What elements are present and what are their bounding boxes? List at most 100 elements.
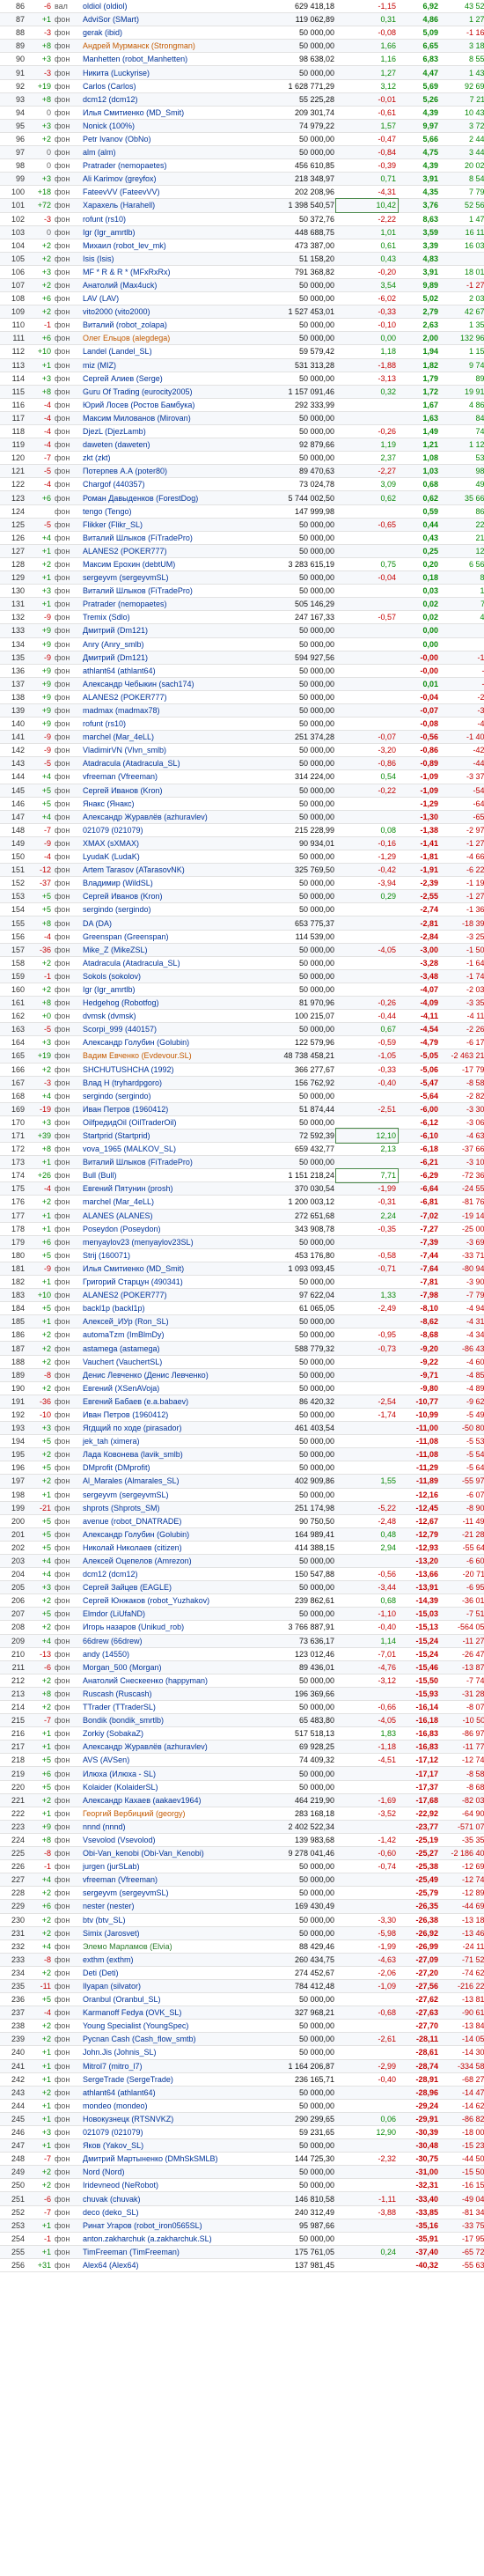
participant-cell[interactable]: Tremix (Sdlo) bbox=[81, 610, 269, 625]
participant-cell[interactable]: Carlos (Carlos) bbox=[81, 79, 269, 93]
participant-cell[interactable]: automaTzm (ImBlmDy) bbox=[81, 1328, 269, 1343]
participant-name-link[interactable]: Иван Петров (1960412) bbox=[83, 1410, 168, 1419]
participant-name-link[interactable]: andy (14550) bbox=[83, 1650, 129, 1659]
participant-cell[interactable]: Young Specialist (YoungSpec) bbox=[81, 2019, 269, 2034]
participant-cell[interactable]: chuvak (chuvak) bbox=[81, 2191, 269, 2206]
participant-name-link[interactable]: ALANES2 (POKER777) bbox=[83, 693, 167, 702]
participant-name-link[interactable]: FateevVV (FateevVV) bbox=[83, 188, 160, 196]
participant-name-link[interactable]: Karmanoff Fedya (OVK_SL) bbox=[83, 2008, 181, 2017]
participant-cell[interactable]: Atadracula (Atadracula_SL) bbox=[81, 956, 269, 970]
participant-cell[interactable]: Лада Ковонева (lavik_smlb) bbox=[81, 1447, 269, 1462]
participant-cell[interactable]: Алексей Оцепелов (Amrezon) bbox=[81, 1554, 269, 1569]
participant-cell[interactable]: menyaylov23 (menyaylov23SL) bbox=[81, 1235, 269, 1249]
participant-cell[interactable]: Николай Николаев (citizen) bbox=[81, 1541, 269, 1555]
participant-cell[interactable]: Igr (Igr_amrtlb) bbox=[81, 225, 269, 239]
participant-name-link[interactable]: DA (DA) bbox=[83, 919, 112, 928]
participant-name-link[interactable]: madmax (madmax78) bbox=[83, 706, 160, 715]
participant-name-link[interactable]: automaTzm (ImBlmDy) bbox=[83, 1330, 165, 1339]
participant-name-link[interactable]: Atadracula (Atadracula_SL) bbox=[83, 759, 180, 768]
participant-name-link[interactable]: VladimirVN (Vlvn_smlb) bbox=[83, 746, 166, 754]
participant-name-link[interactable]: Вадим Евченко (Evdevour.SL) bbox=[83, 1051, 192, 1060]
participant-name-link[interactable]: dcm12 (dcm12) bbox=[83, 1570, 138, 1579]
participant-name-link[interactable]: Poseydon (Poseydon) bbox=[83, 1225, 161, 1233]
participant-cell[interactable]: Vauchert (VauchertSL) bbox=[81, 1355, 269, 1369]
participant-name-link[interactable]: Young Specialist (YoungSpec) bbox=[83, 2021, 188, 2030]
participant-name-link[interactable]: Новокузнецк (RTSNVKZ) bbox=[83, 2115, 173, 2123]
participant-cell[interactable]: deco (deko_SL) bbox=[81, 2205, 269, 2219]
participant-name-link[interactable]: Guru Of Trading (eurocity2005) bbox=[83, 387, 193, 396]
participant-name-link[interactable]: 66drew (66drew) bbox=[83, 1637, 143, 1645]
participant-cell[interactable]: Вадим Евченко (Evdevour.SL) bbox=[81, 1049, 269, 1064]
participant-cell[interactable]: daweten (daweten) bbox=[81, 438, 269, 453]
participant-name-link[interactable]: Ринат Угаров (robot_iron0565SL) bbox=[83, 2221, 202, 2230]
participant-cell[interactable]: Анатолий Снескеенко (happyman) bbox=[81, 1674, 269, 1688]
participant-name-link[interactable]: Deti (Deti) bbox=[83, 1969, 119, 1977]
participant-name-link[interactable]: Morgan_500 (Morgan) bbox=[83, 1663, 162, 1672]
participant-name-link[interactable]: vfreeman (Vfreeman) bbox=[83, 1875, 158, 1884]
participant-cell[interactable]: avenue (robot_DNATRADE) bbox=[81, 1514, 269, 1528]
participant-cell[interactable]: DA (DA) bbox=[81, 916, 269, 931]
participant-name-link[interactable]: jek_tah (ximera) bbox=[83, 1437, 140, 1446]
participant-name-link[interactable]: Евгений Пятунин (prosh) bbox=[83, 1184, 172, 1193]
participant-name-link[interactable]: Иван Петров (1960412) bbox=[83, 1105, 168, 1114]
participant-name-link[interactable]: Александр Голубин (Golubin) bbox=[83, 1038, 189, 1047]
participant-name-link[interactable]: Alex64 (Alex64) bbox=[83, 2261, 139, 2270]
participant-name-link[interactable]: exthm (exthm) bbox=[83, 1955, 134, 1964]
participant-name-link[interactable]: Pycnan Cash (Cash_flow_smtb) bbox=[83, 2035, 196, 2043]
participant-name-link[interactable]: jurgen (jurSLab) bbox=[83, 1862, 140, 1871]
participant-cell[interactable]: Георгий Вербицкий (georgy) bbox=[81, 1807, 269, 1821]
participant-cell[interactable]: Андрей Мурманск (Strongman) bbox=[81, 39, 269, 54]
participant-cell[interactable]: Олег Ельцов (alegdega) bbox=[81, 331, 269, 346]
participant-name-link[interactable]: Николай Николаев (citizen) bbox=[83, 1543, 182, 1552]
participant-cell[interactable]: Ilyapan (silvator) bbox=[81, 1979, 269, 1994]
participant-name-link[interactable]: Petr Ivanov (ObNo) bbox=[83, 135, 151, 144]
participant-name-link[interactable]: Obi-Van_kenobi (Obi-Van_Kenobi) bbox=[83, 1849, 204, 1858]
participant-name-link[interactable]: athlant64 (athlant64) bbox=[83, 2088, 156, 2097]
participant-cell[interactable]: AdviSor (SMart) bbox=[81, 12, 269, 27]
participant-name-link[interactable]: rofunt (rs10) bbox=[83, 215, 126, 224]
participant-cell[interactable]: Artem Tarasov (ATarasovNK) bbox=[81, 863, 269, 878]
participant-cell[interactable]: FateevVV (FateevVV) bbox=[81, 185, 269, 200]
participant-cell[interactable]: astamega (astamega) bbox=[81, 1341, 269, 1356]
participant-name-link[interactable]: John.Jis (Johnis_SL) bbox=[83, 2048, 157, 2057]
participant-cell[interactable]: Виталий Шлыков (FiTradePro) bbox=[81, 1155, 269, 1170]
participant-name-link[interactable]: Григорий Старцун (490341) bbox=[83, 1277, 183, 1286]
participant-name-link[interactable]: Simix (Jarosvet) bbox=[83, 1929, 140, 1938]
participant-cell[interactable]: sergeyvm (sergeyvmSL) bbox=[81, 1488, 269, 1502]
participant-name-link[interactable]: Александр Голубин (Golubin) bbox=[83, 1530, 189, 1539]
participant-name-link[interactable]: Pratrader (nemopaetes) bbox=[83, 161, 167, 170]
participant-name-link[interactable]: Al_Marales (Almarales_SL) bbox=[83, 1476, 180, 1485]
participant-cell[interactable]: marchel (Mar_4eLL) bbox=[81, 730, 269, 745]
participant-name-link[interactable]: Игорь назаров (Unikud_rob) bbox=[83, 1623, 184, 1631]
participant-name-link[interactable]: Илья Смитиенко (MD_Smit) bbox=[83, 108, 184, 117]
participant-cell[interactable]: TTrader (TTraderSL) bbox=[81, 1700, 269, 1715]
participant-cell[interactable]: Евгений Пятунин (prosh) bbox=[81, 1181, 269, 1196]
participant-name-link[interactable]: sergeyvm (sergeyvmSL) bbox=[83, 1490, 169, 1499]
participant-cell[interactable]: LyudaK (LudaK) bbox=[81, 850, 269, 865]
participant-cell[interactable]: Ягдщий по ходе (pirasador) bbox=[81, 1421, 269, 1436]
participant-name-link[interactable]: gerak (ibid) bbox=[83, 28, 122, 37]
participant-name-link[interactable]: Artem Tarasov (ATarasovNK) bbox=[83, 865, 185, 874]
participant-cell[interactable]: athlant64 (athlant64) bbox=[81, 664, 269, 678]
participant-cell[interactable]: Oranbul (Oranbul_SL) bbox=[81, 1992, 269, 2007]
participant-cell[interactable]: ALANES2 (POKER777) bbox=[81, 1288, 269, 1303]
participant-name-link[interactable]: Mitrol7 (mitro_l7) bbox=[83, 2062, 143, 2071]
participant-cell[interactable]: Дмитрий (Dm121) bbox=[81, 623, 269, 638]
participant-cell[interactable]: Guru Of Trading (eurocity2005) bbox=[81, 385, 269, 399]
participant-cell[interactable]: Bull (Bull) bbox=[81, 1168, 269, 1183]
participant-cell[interactable]: XMAX (sXMAX) bbox=[81, 836, 269, 851]
participant-name-link[interactable]: Анатолий Снескеенко (happyman) bbox=[83, 1676, 208, 1685]
participant-cell[interactable]: Евгений (XSenAVoja) bbox=[81, 1381, 269, 1395]
participant-cell[interactable]: btv (btv_SL) bbox=[81, 1913, 269, 1927]
participant-name-link[interactable]: Илюха (Илюха - SL) bbox=[83, 1770, 156, 1778]
participant-cell[interactable]: Дмитрий Мартыненко (DMhSkSMLB) bbox=[81, 2152, 269, 2167]
participant-name-link[interactable]: Nord (Nord) bbox=[83, 2168, 125, 2176]
participant-name-link[interactable]: Сергей Иванов (Kron) bbox=[83, 786, 163, 795]
participant-cell[interactable]: Landel (Landel_SL) bbox=[81, 344, 269, 359]
participant-name-link[interactable]: AVS (AVSen) bbox=[83, 1755, 129, 1764]
participant-cell[interactable]: Максим Милованов (Mirovan) bbox=[81, 411, 269, 426]
participant-name-link[interactable]: rofunt (rs10) bbox=[83, 719, 126, 728]
participant-cell[interactable]: LAV (LAV) bbox=[81, 291, 269, 306]
participant-cell[interactable]: Deti (Deti) bbox=[81, 1966, 269, 1980]
participant-cell[interactable]: vova_1965 (MALKOV_SL) bbox=[81, 1142, 269, 1157]
